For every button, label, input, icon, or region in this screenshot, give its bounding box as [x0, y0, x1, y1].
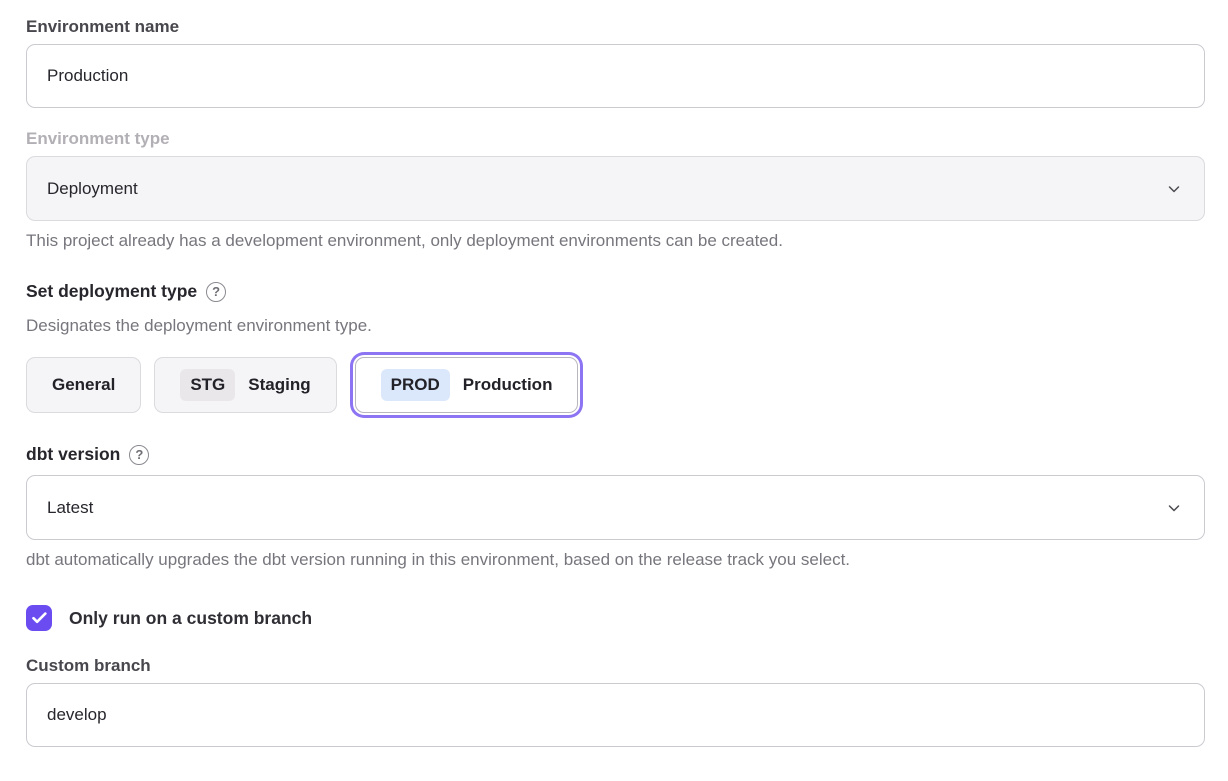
custom-branch-toggle-label[interactable]: Only run on a custom branch: [69, 608, 312, 629]
dbt-version-heading: dbt version: [26, 444, 120, 465]
environment-type-select[interactable]: Deployment: [26, 156, 1205, 221]
custom-branch-label: Custom branch: [26, 656, 1205, 676]
custom-branch-input[interactable]: [26, 683, 1205, 747]
chevron-down-icon: [1166, 500, 1182, 516]
environment-settings-form: Environment name Environment type Deploy…: [26, 17, 1205, 747]
custom-branch-toggle-row: Only run on a custom branch: [26, 605, 1205, 631]
chevron-down-icon: [1166, 181, 1182, 197]
environment-type-label: Environment type: [26, 129, 1205, 149]
deployment-type-option-general[interactable]: General: [26, 357, 141, 413]
checkbox-checked-icon[interactable]: [26, 605, 52, 631]
production-option-label: Production: [463, 375, 553, 395]
deployment-type-heading: Set deployment type: [26, 281, 197, 302]
general-option-label: General: [52, 375, 115, 395]
deployment-type-description: Designates the deployment environment ty…: [26, 316, 1205, 336]
environment-type-helper: This project already has a development e…: [26, 231, 1205, 251]
dbt-version-helper: dbt automatically upgrades the dbt versi…: [26, 550, 1205, 570]
deployment-type-option-staging[interactable]: STG Staging: [154, 357, 336, 413]
production-badge: PROD: [381, 369, 450, 401]
deployment-type-options: General STG Staging PROD Production: [26, 351, 1205, 419]
environment-name-input[interactable]: [26, 44, 1205, 108]
dbt-version-select[interactable]: Latest: [26, 475, 1205, 540]
environment-type-value: Deployment: [47, 179, 138, 199]
help-icon[interactable]: ?: [206, 282, 226, 302]
environment-name-label: Environment name: [26, 17, 1205, 37]
dbt-version-value: Latest: [47, 498, 93, 518]
staging-badge: STG: [180, 369, 235, 401]
deployment-type-option-production[interactable]: PROD Production: [355, 357, 579, 413]
help-icon[interactable]: ?: [129, 445, 149, 465]
staging-option-label: Staging: [248, 375, 310, 395]
